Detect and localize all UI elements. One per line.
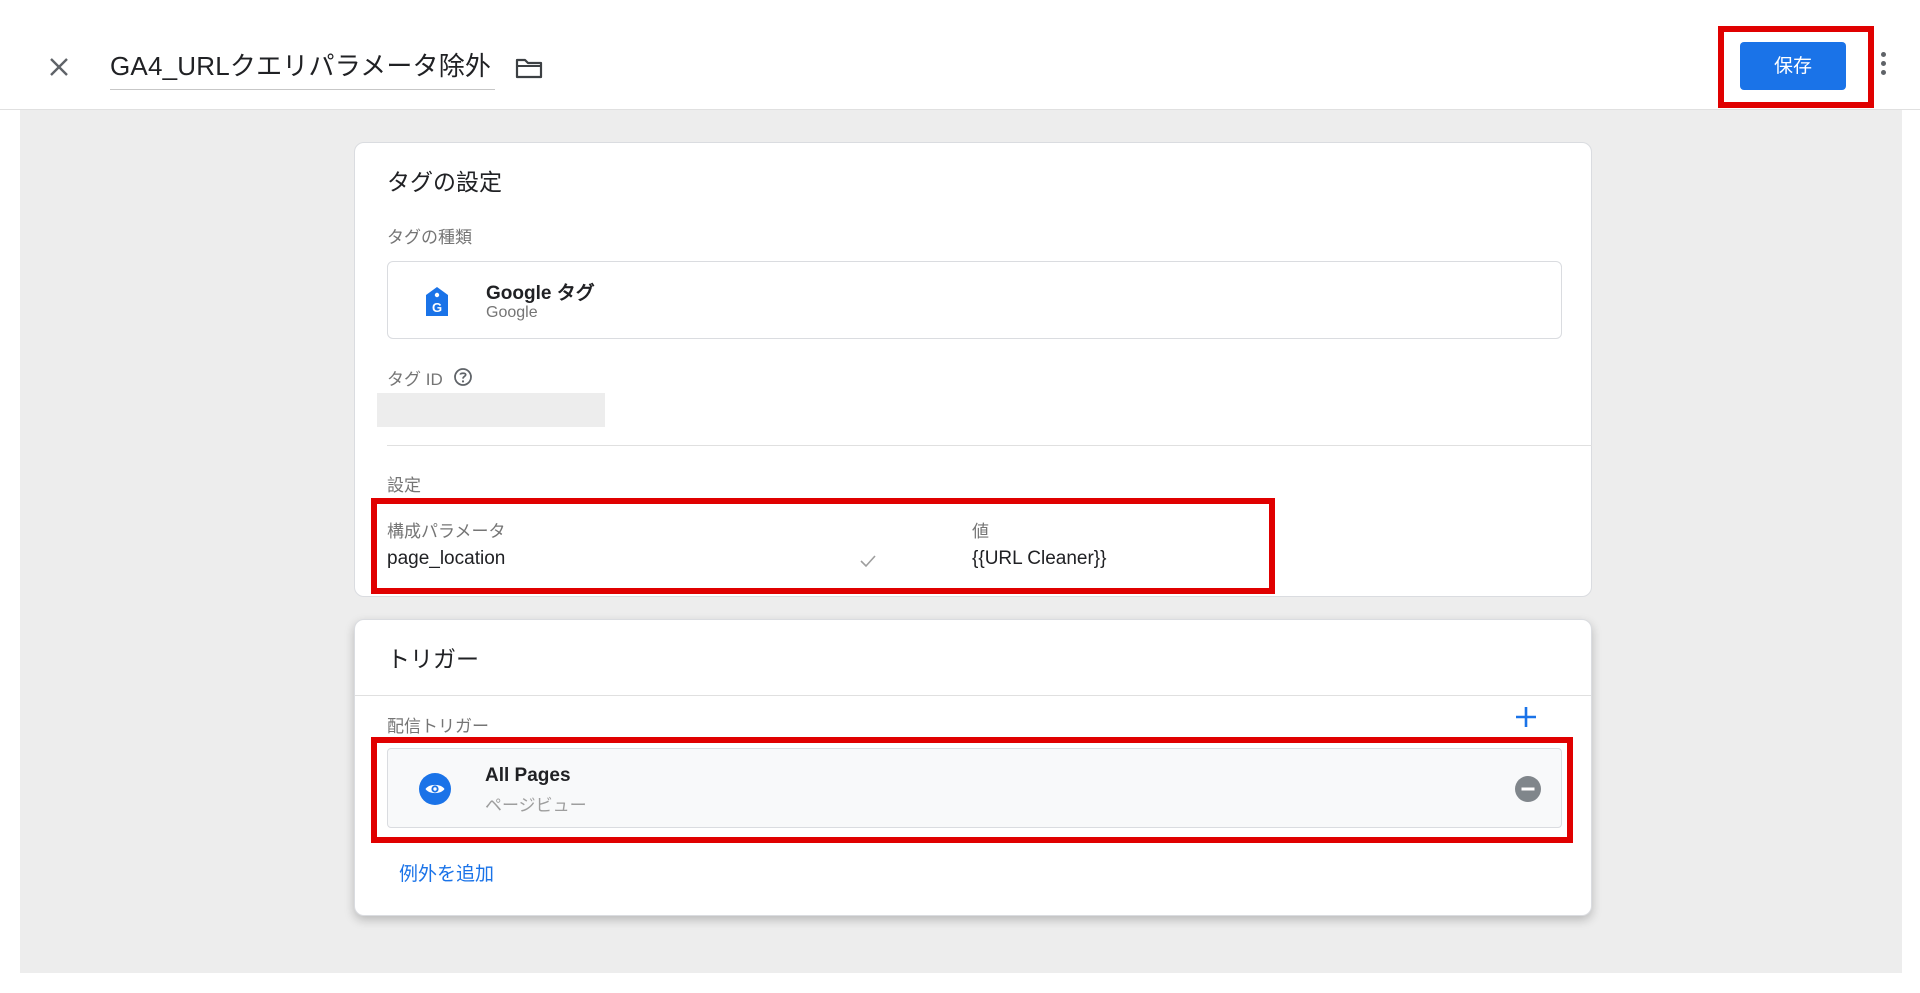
tag-id-value: [377, 393, 605, 427]
add-exception-link[interactable]: 例外を追加: [399, 859, 494, 886]
trigger-name: All Pages: [485, 765, 571, 786]
tag-type-selector[interactable]: G Google タグ Google: [387, 261, 1562, 339]
more-vert-icon[interactable]: [1878, 52, 1888, 80]
tag-name-text: GA4_URLクエリパラメータ除外: [110, 51, 492, 81]
firing-triggers-label: 配信トリガー: [387, 717, 489, 736]
google-tag-icon: G: [426, 287, 448, 316]
editor-header: GA4_URLクエリパラメータ除外 保存: [0, 0, 1920, 110]
svg-text:G: G: [432, 300, 442, 315]
section-divider: [387, 445, 1592, 446]
tag-config-title: タグの設定: [387, 169, 502, 195]
param-highlight-box: [371, 498, 1275, 594]
param-value: {{URL Cleaner}}: [972, 548, 1107, 569]
add-icon[interactable]: [1513, 704, 1539, 730]
tag-config-card: タグの設定 タグの種類 G Google タグ Google タグ ID 設定 …: [354, 142, 1592, 597]
tag-name-field[interactable]: GA4_URLクエリパラメータ除外: [110, 46, 496, 90]
tag-type-vendor: Google: [486, 304, 538, 321]
trigger-type: ページビュー: [485, 796, 587, 815]
help-icon[interactable]: [453, 367, 473, 387]
tag-type-name: Google タグ: [486, 283, 595, 304]
tag-id-label: タグ ID: [387, 370, 443, 389]
trigger-item-all-pages[interactable]: All Pages ページビュー: [387, 748, 1562, 828]
remove-circle-icon[interactable]: [1514, 775, 1542, 803]
folder-icon[interactable]: [514, 55, 544, 81]
save-button[interactable]: 保存: [1740, 42, 1846, 90]
check-icon: [860, 555, 876, 568]
trigger-card: トリガー 配信トリガー All Pages ページビュー 例外を追加: [354, 619, 1592, 916]
eye-icon: [419, 773, 451, 805]
trigger-title: トリガー: [387, 646, 479, 672]
param-value-header: 値: [972, 522, 989, 541]
close-icon[interactable]: [44, 52, 74, 82]
tag-type-label: タグの種類: [387, 228, 472, 247]
param-name-header: 構成パラメータ: [387, 522, 506, 541]
trigger-divider: [355, 695, 1591, 696]
param-name: page_location: [387, 548, 506, 569]
settings-label: 設定: [387, 476, 421, 495]
